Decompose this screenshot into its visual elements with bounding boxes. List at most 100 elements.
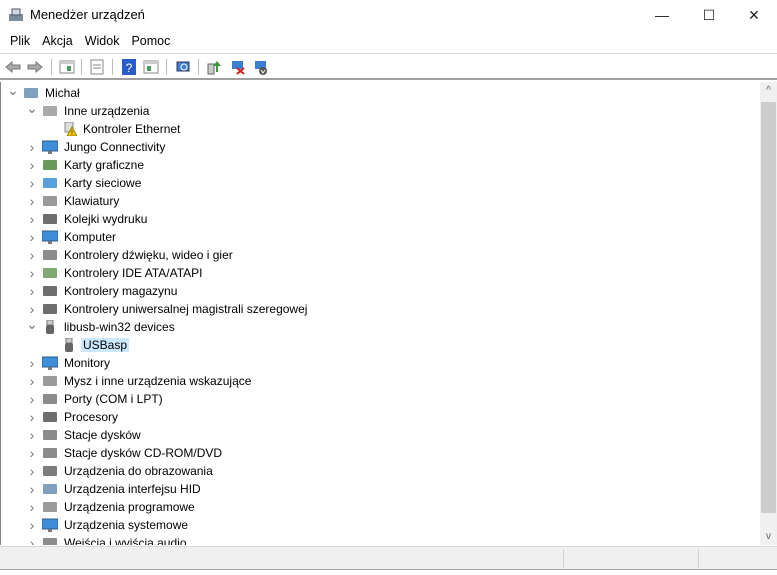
expand-chevron-icon[interactable]: › (27, 390, 37, 408)
vertical-scrollbar[interactable]: ^ v (760, 82, 777, 545)
monitor-icon (41, 140, 59, 154)
printer-icon (42, 212, 58, 226)
tree-item-label: libusb-win32 devices (64, 320, 175, 334)
usb-icon (42, 302, 58, 316)
window-title: Menedżer urządzeń (30, 7, 145, 22)
tree-item[interactable]: ! Kontroler Ethernet (1, 120, 760, 138)
monitor-icon (41, 518, 59, 532)
expand-chevron-icon[interactable]: › (27, 174, 37, 192)
tree-item[interactable]: › Karty graficzne (1, 156, 760, 174)
expand-chevron-icon[interactable]: › (27, 210, 37, 228)
tree-item[interactable]: › Kolejki wydruku (1, 210, 760, 228)
tree-item-label: Kontrolery IDE ATA/ATAPI (64, 266, 203, 280)
expand-chevron-icon[interactable]: › (27, 372, 37, 390)
device-manager-icon (9, 8, 23, 21)
update-driver-icon[interactable] (205, 58, 223, 76)
tree-item[interactable]: › Klawiatury (1, 192, 760, 210)
tree-item[interactable]: › Jungo Connectivity (1, 138, 760, 156)
expand-chevron-icon[interactable]: › (27, 408, 37, 426)
uninstall-device-icon[interactable] (228, 58, 246, 76)
camera-icon (42, 464, 58, 478)
tree-item[interactable]: › Kontrolery magazynu (1, 282, 760, 300)
tree-item[interactable]: USBasp (1, 336, 760, 354)
monitor-icon (41, 230, 59, 244)
scroll-up-button[interactable]: ^ (760, 82, 777, 99)
minimize-button[interactable]: — (639, 0, 685, 30)
tree-item-label: Procesory (64, 410, 119, 424)
tree-item[interactable]: › Urządzenia programowe (1, 498, 760, 516)
expand-chevron-icon[interactable]: › (27, 156, 37, 174)
expand-chevron-icon[interactable]: › (27, 444, 37, 462)
tree-item[interactable]: › Mysz i inne urządzenia wskazujące (1, 372, 760, 390)
maximize-button[interactable]: ☐ (686, 0, 732, 30)
expand-chevron-icon[interactable]: › (27, 462, 37, 480)
menu-bar: Plik Akcja Widok Pomoc (0, 30, 777, 52)
scrollbar-thumb[interactable] (761, 102, 776, 513)
collapse-chevron-icon[interactable]: ⌄ (26, 316, 38, 334)
close-button[interactable]: ✕ (731, 0, 777, 30)
expand-chevron-icon[interactable]: › (27, 534, 37, 545)
status-bar (0, 546, 777, 570)
expand-chevron-icon[interactable]: › (27, 426, 37, 444)
monitor-icon (41, 356, 59, 370)
computer-icon (23, 86, 39, 100)
tree-item[interactable]: › Monitory (1, 354, 760, 372)
port-icon (42, 392, 58, 406)
tree-item[interactable]: ⌄ Inne urządzenia (1, 100, 760, 120)
tree-item[interactable]: ⌄ libusb-win32 devices (1, 316, 760, 336)
expand-chevron-icon[interactable]: › (27, 480, 37, 498)
tree-item[interactable]: › Kontrolery uniwersalnej magistrali szer… (1, 300, 760, 318)
expand-chevron-icon[interactable]: › (27, 498, 37, 516)
tree-item-label: Karty sieciowe (64, 176, 142, 190)
tree-item[interactable]: › Stacje dysków CD-ROM/DVD (1, 444, 760, 462)
tree-item[interactable]: › Procesory (1, 408, 760, 426)
tree-item[interactable]: › Stacje dysków (1, 426, 760, 444)
back-icon[interactable] (4, 58, 22, 76)
menu-akcja[interactable]: Akcja (36, 34, 79, 48)
tree-item-label: Kontrolery uniwersalnej magistrali szere… (64, 302, 308, 316)
tree-item-label: Stacje dysków CD-ROM/DVD (64, 446, 223, 460)
device-tree: ⌄ Michał ⌄ Inne urządzenia! Kontroler Ethern… (0, 82, 760, 545)
tree-item[interactable]: › Karty sieciowe (1, 174, 760, 192)
expand-chevron-icon[interactable]: › (27, 246, 37, 264)
tree-item[interactable]: › Porty (COM i LPT) (1, 390, 760, 408)
tree-item[interactable]: ⌄ Michał (1, 82, 760, 102)
expand-chevron-icon[interactable]: › (27, 264, 37, 282)
tree-item[interactable]: › Komputer (1, 228, 760, 246)
expand-chevron-icon[interactable]: › (27, 282, 37, 300)
usb-plug-icon (61, 337, 77, 352)
tree-item-label: Kontrolery dźwięku, wideo i gier (64, 248, 233, 262)
tree-item[interactable]: › Kontrolery IDE ATA/ATAPI (1, 264, 760, 282)
tree-item[interactable]: › Urządzenia do obrazowania (1, 462, 760, 480)
scroll-down-button[interactable]: v (760, 528, 777, 545)
tree-item-label: Komputer (64, 230, 117, 244)
tree-item[interactable]: › Urządzenia systemowe (1, 516, 760, 534)
software-device-icon (42, 500, 58, 514)
menu-pomoc[interactable]: Pomoc (125, 34, 176, 48)
tree-item-label: Stacje dysków (64, 428, 141, 442)
forward-icon[interactable] (26, 58, 44, 76)
expand-chevron-icon[interactable]: › (27, 228, 37, 246)
help-icon[interactable]: ? (120, 58, 138, 76)
menu-plik[interactable]: Plik (4, 34, 36, 48)
speaker-icon (42, 248, 58, 262)
expand-chevron-icon[interactable]: › (27, 192, 37, 210)
collapse-chevron-icon[interactable]: ⌄ (26, 100, 38, 118)
collapse-chevron-icon[interactable]: ⌄ (7, 82, 19, 100)
expand-chevron-icon[interactable]: › (27, 138, 37, 156)
expand-chevron-icon[interactable]: › (27, 516, 37, 534)
tree-item[interactable]: › Urządzenia interfejsu HID (1, 480, 760, 498)
tree-item[interactable]: › Kontrolery dźwięku, wideo i gier (1, 246, 760, 264)
action-pane-icon[interactable] (142, 58, 160, 76)
ide-icon (42, 266, 58, 280)
properties-icon[interactable] (88, 58, 106, 76)
tree-item-label: Urządzenia programowe (64, 500, 195, 514)
scan-hardware-icon[interactable] (174, 58, 192, 76)
tree-item-label: Urządzenia interfejsu HID (64, 482, 201, 496)
console-tree-icon[interactable] (58, 58, 76, 76)
disable-device-icon[interactable] (251, 58, 269, 76)
expand-chevron-icon[interactable]: › (27, 354, 37, 372)
menu-widok[interactable]: Widok (79, 34, 126, 48)
tree-item[interactable]: › Wejścia i wyjścia audio (1, 534, 760, 545)
hid-icon (42, 482, 58, 496)
